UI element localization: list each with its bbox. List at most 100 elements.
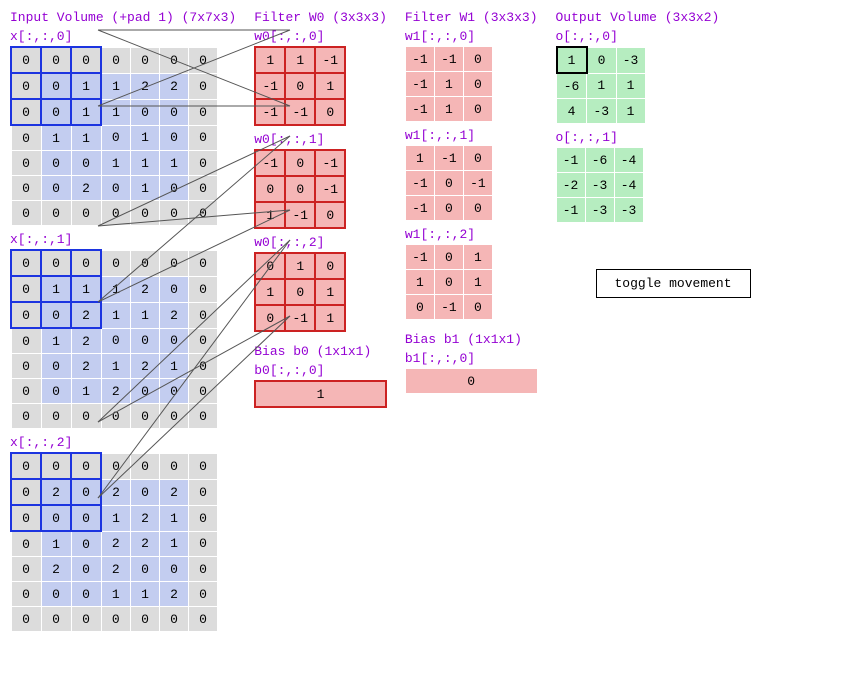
input-matrix: 0000000011120000211200120000002121000120…	[10, 249, 218, 429]
input-cell: 0	[11, 125, 41, 151]
input-cell: 0	[41, 176, 71, 201]
input-cell: 1	[131, 176, 160, 201]
w0-cell: 0	[285, 73, 315, 99]
input-cell: 0	[160, 379, 189, 404]
input-cell: 0	[101, 176, 131, 201]
input-cell: 0	[189, 250, 218, 276]
w1-cell: 0	[463, 196, 492, 221]
input-cell: 2	[131, 276, 160, 302]
w0-cell: 1	[285, 47, 315, 73]
input-cell: 1	[101, 151, 131, 176]
input-cell: 1	[101, 582, 131, 607]
input-cell: 1	[101, 276, 131, 302]
w0-cell: 0	[315, 253, 345, 279]
input-cell: 1	[101, 73, 131, 99]
w1-cell: 0	[434, 196, 463, 221]
input-cell: 1	[131, 151, 160, 176]
toggle-movement-button[interactable]: toggle movement	[596, 269, 751, 298]
input-cell: 0	[41, 404, 71, 429]
input-cell: 1	[71, 125, 101, 151]
w0-cell: 0	[315, 99, 345, 125]
w1-slice-label: w1[:,:,0]	[405, 29, 538, 44]
input-cell: 1	[101, 302, 131, 328]
input-cell: 0	[131, 99, 160, 125]
input-cell: 0	[11, 328, 41, 354]
input-cell: 0	[11, 302, 41, 328]
input-cell: 0	[189, 328, 218, 354]
output-cell: -6	[585, 148, 614, 173]
w1-matrix: -1-10-110-110	[405, 46, 493, 122]
input-cell: 0	[189, 505, 218, 531]
input-cell: 2	[71, 176, 101, 201]
w1-slice-label: w1[:,:,2]	[405, 227, 538, 242]
input-cell: 2	[101, 557, 131, 582]
input-cell: 0	[11, 276, 41, 302]
input-cell: 0	[160, 557, 189, 582]
input-slice-label: x[:,:,0]	[10, 29, 236, 44]
input-cell: 0	[101, 607, 131, 632]
w1-cell: 0	[405, 295, 434, 320]
input-cell: 0	[160, 99, 189, 125]
output-slice-label: o[:,:,0]	[556, 29, 751, 44]
input-cell: 0	[71, 505, 101, 531]
w0-matrix: 11-1-101-1-10	[254, 46, 346, 126]
input-slice-label: x[:,:,1]	[10, 232, 236, 247]
w1-cell: -1	[463, 171, 492, 196]
w0-cell: 0	[255, 305, 285, 331]
input-cell: 0	[160, 276, 189, 302]
input-cell: 2	[41, 479, 71, 505]
input-cell: 0	[41, 607, 71, 632]
input-cell: 1	[131, 582, 160, 607]
output-slice-label: o[:,:,1]	[556, 130, 751, 145]
input-cell: 0	[189, 99, 218, 125]
input-cell: 2	[160, 582, 189, 607]
input-cell: 0	[189, 531, 218, 557]
input-cell: 0	[41, 201, 71, 226]
w1-cell: -1	[405, 97, 434, 122]
w1-cell: 1	[434, 97, 463, 122]
w0-cell: 1	[255, 279, 285, 305]
w1-cell: 0	[434, 245, 463, 270]
input-cell: 2	[131, 354, 160, 379]
output-matrix: -1-6-4-2-3-4-1-3-3	[556, 147, 644, 223]
input-cell: 2	[160, 73, 189, 99]
input-cell: 1	[160, 354, 189, 379]
w1-cell: -1	[405, 245, 434, 270]
input-cell: 0	[71, 250, 101, 276]
input-cell: 0	[189, 201, 218, 226]
input-cell: 0	[41, 151, 71, 176]
w1-cell: 1	[463, 245, 492, 270]
input-cell: 0	[189, 73, 218, 99]
input-cell: 0	[41, 379, 71, 404]
input-cell: 2	[41, 557, 71, 582]
input-cell: 0	[160, 328, 189, 354]
w1-cell: 0	[463, 146, 492, 171]
input-cell: 0	[11, 73, 41, 99]
input-cell: 0	[189, 276, 218, 302]
input-cell: 0	[11, 379, 41, 404]
input-cell: 1	[41, 328, 71, 354]
input-cell: 0	[131, 453, 160, 479]
input-cell: 0	[71, 582, 101, 607]
input-cell: 2	[131, 73, 160, 99]
input-cell: 2	[160, 302, 189, 328]
output-column: Output Volume (3x3x2) o[:,:,0]10-3-6114-…	[556, 10, 751, 298]
input-cell: 1	[41, 531, 71, 557]
input-cell: 0	[189, 607, 218, 632]
input-cell: 0	[11, 99, 41, 125]
input-cell: 2	[71, 302, 101, 328]
w1-cell: 0	[434, 270, 463, 295]
w1-cell: -1	[405, 47, 434, 72]
input-cell: 0	[11, 582, 41, 607]
w0-cell: 0	[285, 279, 315, 305]
input-cell: 0	[41, 99, 71, 125]
input-matrix: 0000000020202000012100102210020200000011…	[10, 452, 218, 632]
input-cell: 2	[131, 505, 160, 531]
w1-cell: -1	[405, 171, 434, 196]
input-cell: 0	[101, 250, 131, 276]
bias1-title: Bias b1 (1x1x1)	[405, 332, 538, 347]
input-cell: 0	[11, 354, 41, 379]
w1-cell: 0	[463, 97, 492, 122]
input-cell: 0	[11, 479, 41, 505]
input-cell: 0	[189, 479, 218, 505]
